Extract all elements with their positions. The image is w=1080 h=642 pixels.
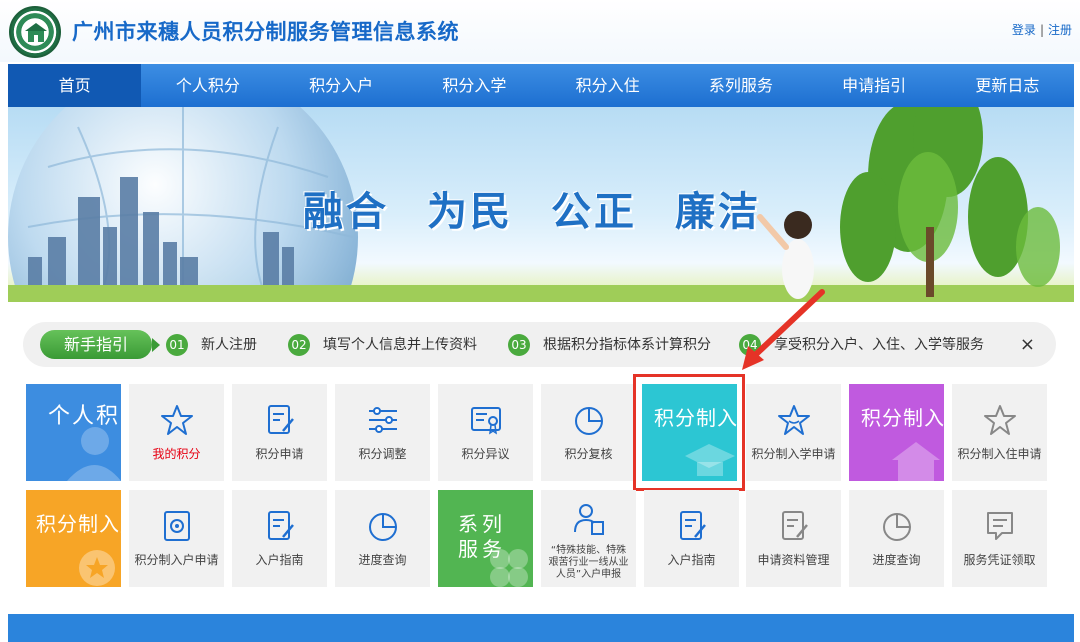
tile-label: “特殊技能、特殊艰苦行业一线从业人员”入户申报 xyxy=(548,545,629,580)
slogan-word: 融合 xyxy=(303,188,389,235)
tile-label: 申请资料管理 xyxy=(757,553,830,567)
tile-progress-query[interactable]: 进度查询 xyxy=(335,490,430,587)
edit-document-gray-icon xyxy=(782,511,808,540)
tile-service-voucher[interactable]: 服务凭证领取 xyxy=(952,490,1047,587)
step-number: 02 xyxy=(288,334,310,356)
id-badge-icon xyxy=(164,511,190,541)
nav-points-household[interactable]: 积分入户 xyxy=(275,64,408,107)
tile-school-apply[interactable]: 积分制入学申请 xyxy=(746,384,841,481)
nav-application-guide[interactable]: 申请指引 xyxy=(808,64,941,107)
beginner-guide-bar: 新手指引 01 新人注册 02 填写个人信息并上传资料 03 根据积分指标体系计算积分… xyxy=(23,322,1056,367)
tile-label: 积分制入住申请 xyxy=(957,447,1042,461)
nav-changelog[interactable]: 更新日志 xyxy=(941,64,1074,107)
star-outline-gray-icon xyxy=(984,405,1016,435)
step-number: 03 xyxy=(508,334,530,356)
slogan-word: 公正 xyxy=(551,188,637,235)
house-icon xyxy=(892,442,940,481)
certificate-icon xyxy=(471,407,501,435)
tile-points-objection[interactable]: 积分异议 xyxy=(438,384,533,481)
tile-housing-apply[interactable]: 积分制入住申请 xyxy=(952,384,1047,481)
edit-document-icon xyxy=(680,511,706,540)
link-separator: | xyxy=(1039,23,1044,37)
clover-icon xyxy=(490,549,528,587)
badge-star-icon xyxy=(79,550,115,586)
guide-step: 04 享受积分入户、入住、入学等服务 xyxy=(739,334,984,356)
step-number: 04 xyxy=(739,334,761,356)
banner-slogan: 融合 为民 公正 廉洁 xyxy=(303,179,799,237)
category-series-services[interactable]: 系列服务 xyxy=(438,490,533,587)
pie-chart-icon xyxy=(575,407,603,435)
category-personal-points[interactable]: 个人积分 xyxy=(26,384,121,481)
tile-label: 入户指南 xyxy=(255,553,304,567)
system-logo xyxy=(9,6,61,58)
nav-personal-points[interactable]: 个人积分 xyxy=(141,64,274,107)
tile-label: 进度查询 xyxy=(872,553,921,567)
tile-label: 进度查询 xyxy=(358,553,407,567)
pie-chart-icon xyxy=(369,513,397,541)
annotation-highlight-box xyxy=(633,374,745,491)
tile-label: 积分调整 xyxy=(358,447,407,461)
category-points-housing[interactable]: 积分制入住 xyxy=(849,384,944,481)
tile-label: 入户指南 xyxy=(667,553,716,567)
tile-household-guide-2[interactable]: 入户指南 xyxy=(644,490,739,587)
step-text: 填写个人信息并上传资料 xyxy=(323,337,477,353)
tile-special-skill-household[interactable]: “特殊技能、特殊艰苦行业一线从业人员”入户申报 xyxy=(541,490,636,587)
star-icon xyxy=(161,405,193,435)
tile-label: 积分制入学申请 xyxy=(751,447,836,461)
tile-label: 服务凭证领取 xyxy=(963,553,1036,567)
slogan-word: 廉洁 xyxy=(675,188,761,235)
house-emblem-icon xyxy=(25,23,47,42)
hero-banner: 融合 为民 公正 廉洁 xyxy=(8,107,1074,302)
edit-document-icon xyxy=(268,405,294,434)
guide-step: 01 新人注册 xyxy=(166,334,257,356)
account-links: 登录 | 注册 xyxy=(1012,21,1072,38)
pie-chart-gray-icon xyxy=(883,513,911,541)
nav-points-housing[interactable]: 积分入住 xyxy=(541,64,674,107)
tile-label: 积分复核 xyxy=(564,447,613,461)
category-title: 积分制入户 xyxy=(36,512,121,536)
nav-home[interactable]: 首页 xyxy=(8,64,142,107)
tile-household-apply[interactable]: 积分制入户申请 xyxy=(129,490,224,587)
tile-label: 我的积分 xyxy=(152,447,201,461)
tile-my-points[interactable]: 我的积分 xyxy=(129,384,224,481)
step-text: 享受积分入户、入住、入学等服务 xyxy=(774,337,984,353)
sliders-icon xyxy=(369,407,397,433)
slogan-word: 为民 xyxy=(427,188,513,235)
close-guide-button[interactable]: × xyxy=(1020,334,1035,356)
edit-document-icon xyxy=(268,511,294,540)
category-points-household[interactable]: 积分制入户 xyxy=(26,490,121,587)
voucher-icon xyxy=(987,512,1013,540)
tile-points-apply[interactable]: 积分申请 xyxy=(232,384,327,481)
register-link[interactable]: 注册 xyxy=(1048,23,1072,37)
step-text: 根据积分指标体系计算积分 xyxy=(543,337,711,353)
person-document-icon xyxy=(574,504,604,535)
tile-progress-query-2[interactable]: 进度查询 xyxy=(849,490,944,587)
tile-points-adjust[interactable]: 积分调整 xyxy=(335,384,430,481)
tile-household-guide[interactable]: 入户指南 xyxy=(232,490,327,587)
star-outline-icon xyxy=(778,405,810,435)
nav-series-services[interactable]: 系列服务 xyxy=(674,64,807,107)
tile-points-review[interactable]: 积分复核 xyxy=(541,384,636,481)
step-text: 新人注册 xyxy=(201,337,257,353)
footer-bar xyxy=(8,614,1074,642)
person-silhouette-icon xyxy=(67,427,121,481)
tile-materials-manage[interactable]: 申请资料管理 xyxy=(746,490,841,587)
step-number: 01 xyxy=(166,334,188,356)
header: 广州市来穗人员积分制服务管理信息系统 登录 | 注册 xyxy=(0,0,1080,62)
category-title: 积分制入住 xyxy=(861,406,944,430)
system-title: 广州市来穗人员积分制服务管理信息系统 xyxy=(72,20,459,44)
tile-label: 积分制入户申请 xyxy=(134,553,219,567)
guide-step: 02 填写个人信息并上传资料 xyxy=(288,334,477,356)
login-link[interactable]: 登录 xyxy=(1012,23,1036,37)
beginner-guide-tag: 新手指引 xyxy=(40,330,160,359)
nav-points-school[interactable]: 积分入学 xyxy=(408,64,541,107)
tile-label: 积分异议 xyxy=(461,447,510,461)
tile-label: 积分申请 xyxy=(255,447,304,461)
guide-step: 03 根据积分指标体系计算积分 xyxy=(508,334,711,356)
main-nav: 首页 个人积分 积分入户 积分入学 积分入住 系列服务 申请指引 更新日志 xyxy=(8,64,1074,107)
